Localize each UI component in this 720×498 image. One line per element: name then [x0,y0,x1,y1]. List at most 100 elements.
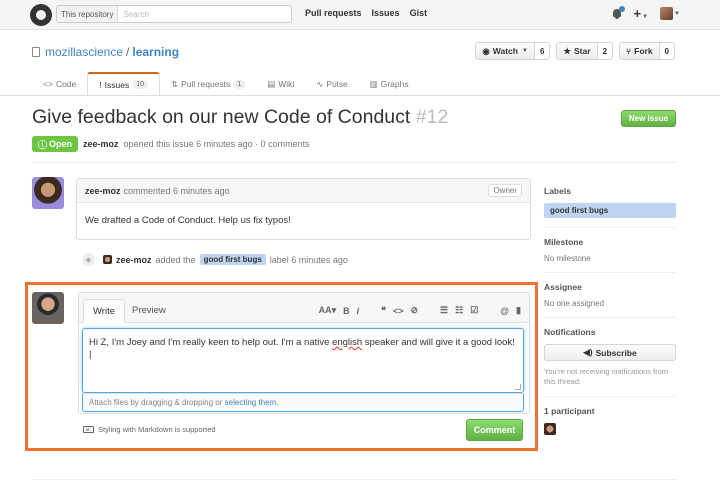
bookmark-icon[interactable]: ▮ [516,305,521,316]
avatar [660,7,674,20]
labels-heading[interactable]: Labels [544,186,676,196]
watch-button[interactable]: ◉ Watch ▼ [475,42,535,60]
chevron-down-icon: ▼ [642,14,649,20]
watch-label: Watch [492,46,518,56]
tab-write[interactable]: Write [83,299,125,323]
code-icon[interactable]: <> [393,306,404,316]
tab-label: Pulse [326,79,348,89]
repo-separator: / [126,45,130,59]
tab-pull-requests[interactable]: ⇅ Pull requests 1 [160,72,256,96]
nav-issues[interactable]: Issues [372,8,400,18]
participants-heading: 1 participant [544,406,595,416]
code-icon: <> [43,79,53,89]
bulleted-list-icon[interactable]: ☰ [440,305,448,316]
notifications-note: You're not receiving notifications from … [544,367,669,386]
watch-group: ◉ Watch ▼ 6 [475,42,551,60]
avatar[interactable] [32,177,64,209]
comment-textarea[interactable]: Hi Z, I'm Joey and I'm really keen to he… [82,328,524,393]
select-files-link[interactable]: selecting them. [225,398,279,407]
new-issue-button[interactable]: New Issue [620,110,676,127]
mention-icon[interactable]: @ [500,306,509,316]
fork-group: ⑂ Fork 0 [619,42,675,60]
avatar[interactable] [103,255,112,264]
numbered-list-icon[interactable]: ☷ [455,305,463,316]
search-box[interactable]: This repository [56,5,292,23]
issue-title-text: Give feedback on our new Code of Conduct [32,106,411,128]
tab-label: Graphs [380,79,409,89]
tab-label: Wiki [278,79,295,89]
fork-label: Fork [634,46,653,56]
nav-gist[interactable]: Gist [410,8,428,18]
tab-wiki[interactable]: ▤ Wiki [256,72,305,96]
repo-icon [32,47,40,57]
nav-pull-requests[interactable]: Pull requests [305,8,362,18]
avatar[interactable] [32,292,64,324]
issue-meta-text: opened this issue 6 minutes ago · 0 comm… [123,139,310,149]
book-icon: ▤ [267,78,276,89]
subscribe-button[interactable]: ◀) Subscribe [544,344,676,361]
task-list-icon[interactable]: ☑ [470,305,478,316]
resize-handle-icon[interactable] [515,384,521,390]
sidebar-label-chip[interactable]: good first bugs [544,203,676,218]
status-text: Open [49,139,73,149]
status-badge: ⓘ Open [32,136,79,152]
issue-author-link[interactable]: zee-moz [83,139,119,149]
watch-count[interactable]: 6 [534,42,551,60]
markdown-hint-link[interactable]: Styling with Markdown is supported [98,425,216,434]
tab-issues[interactable]: ! Issues 10 [87,72,161,96]
top-bar: This repository Pull requests Issues Gis… [0,0,720,30]
event-author-link[interactable]: zee-moz [116,255,152,265]
user-controls: +▼ ▼ [612,5,680,21]
issue-meta: ⓘ Open zee-moz opened this issue 6 minute… [32,136,310,152]
notifications-bell-icon[interactable] [612,5,625,20]
search-input[interactable] [123,9,284,19]
textarea-text-start: Hi Z, I'm Joey and I'm really keen to he… [89,337,330,348]
issues-count-badge: 10 [132,80,149,89]
create-new-button[interactable]: +▼ [634,6,649,21]
bold-icon[interactable]: B [343,306,350,316]
sidebar-divider [544,272,676,273]
label-chip[interactable]: good first bugs [199,254,266,265]
star-group: ★ Star 2 [556,42,614,60]
attach-files-bar[interactable]: Attach files by dragging & dropping or s… [82,393,524,412]
markdown-icon: M↓ [83,426,94,433]
comment-button[interactable]: Comment [466,419,523,441]
search-scope-label: This repository [57,6,119,22]
assignee-value: No one assigned [544,299,605,308]
eye-icon: ◉ [482,45,490,56]
plus-icon: + [633,6,642,21]
issue-number: #12 [415,106,449,128]
star-button[interactable]: ★ Star [556,42,598,60]
tab-preview[interactable]: Preview [123,299,175,323]
avatar[interactable] [544,423,556,435]
comment-author-link[interactable]: zee-moz [85,186,121,196]
star-label: Star [574,46,591,56]
issue-open-icon: ⓘ [38,139,48,150]
link-icon[interactable]: ⊘ [410,305,418,316]
label-event: ◆ zee-moz added the good first bugs labe… [82,253,348,266]
issue-icon: ! [99,79,102,90]
user-menu[interactable]: ▼ [660,7,680,20]
tab-pulse[interactable]: ∿ Pulse [305,72,358,96]
tab-graphs[interactable]: ▥ Graphs [359,72,420,96]
github-logo-icon[interactable] [30,4,52,26]
milestone-heading[interactable]: Milestone [544,237,676,247]
notifications-heading: Notifications [544,327,596,337]
star-count[interactable]: 2 [597,42,614,60]
fork-count[interactable]: 0 [659,42,675,60]
top-nav: Pull requests Issues Gist [305,8,427,18]
comment-header: zee-moz commented 6 minutes ago Owner [77,179,530,203]
repo-title: mozillascience / learning [32,45,179,59]
assignee-heading[interactable]: Assignee [544,282,676,292]
tab-code[interactable]: <> Code [32,72,87,96]
repo-name-link[interactable]: learning [132,45,179,59]
misspelled-word: english [332,337,363,348]
repo-owner-link[interactable]: mozillascience [45,45,123,59]
fork-button[interactable]: ⑂ Fork [619,42,660,60]
sidebar-divider [544,227,676,228]
quote-icon[interactable]: ❝ [381,305,386,316]
text-size-icon[interactable]: AA▾ [319,305,337,316]
subscribe-label: Subscribe [595,347,637,358]
italic-icon[interactable]: i [357,306,360,316]
chevron-down-icon: ▼ [521,48,528,54]
